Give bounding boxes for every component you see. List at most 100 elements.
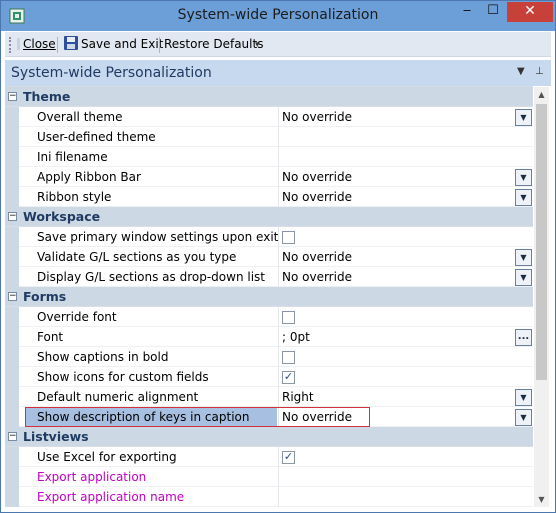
- highlight-box: [25, 407, 370, 427]
- property-value[interactable]: No override: [282, 250, 352, 264]
- column-divider: [278, 267, 279, 287]
- dropdown-arrow-icon[interactable]: ▼: [515, 409, 532, 426]
- checkbox[interactable]: ✓: [282, 371, 295, 384]
- panel-header: System-wide Personalization ▼ ⊥: [5, 60, 551, 86]
- dropdown-arrow-icon[interactable]: ▼: [515, 189, 532, 206]
- column-divider: [278, 187, 279, 207]
- property-label: Ini filename: [37, 150, 108, 164]
- property-row[interactable]: Show captions in bold: [5, 347, 533, 367]
- floppy-disk-icon: [64, 36, 78, 50]
- column-divider: [278, 447, 279, 467]
- property-row[interactable]: Apply Ribbon Bar No override ▼: [5, 167, 533, 187]
- title-bar[interactable]: System-wide Personalization ‒ ☐ ✕: [1, 1, 555, 31]
- property-label: Export application: [37, 470, 147, 484]
- save-and-exit-button[interactable]: Save and Exit: [63, 34, 163, 55]
- restore-defaults-button[interactable]: Restore Defaults: [164, 34, 263, 55]
- close-button-label: Close: [23, 37, 56, 51]
- property-row[interactable]: Overall theme No override ▼: [5, 107, 533, 127]
- collapse-icon[interactable]: −: [8, 292, 17, 301]
- column-divider: [278, 107, 279, 127]
- category-theme[interactable]: − Theme: [5, 87, 533, 107]
- dropdown-arrow-icon[interactable]: ▼: [515, 109, 532, 126]
- row-gutter: [5, 407, 19, 427]
- scroll-thumb[interactable]: [536, 104, 547, 380]
- dropdown-arrow-icon[interactable]: ▼: [515, 269, 532, 286]
- property-value[interactable]: No override: [282, 270, 352, 284]
- property-row[interactable]: Ini filename: [5, 147, 533, 167]
- row-gutter: [5, 347, 19, 367]
- close-button[interactable]: Close: [17, 34, 56, 55]
- checkbox[interactable]: [282, 311, 295, 324]
- property-label: Font: [37, 330, 64, 344]
- property-value[interactable]: No override: [282, 190, 352, 204]
- category-label: Forms: [23, 289, 67, 304]
- property-row[interactable]: Export application: [5, 467, 533, 487]
- vertical-scrollbar[interactable]: ▲ ▼: [534, 87, 549, 507]
- browse-button[interactable]: ...: [515, 329, 532, 346]
- dropdown-arrow-icon[interactable]: ▼: [515, 389, 532, 406]
- maximize-button[interactable]: ☐: [482, 1, 504, 22]
- scroll-down-icon[interactable]: ▼: [534, 492, 549, 507]
- save-and-exit-label: Save and Exit: [81, 37, 164, 51]
- property-label: Default numeric alignment: [37, 390, 199, 404]
- property-row[interactable]: Validate G/L sections as you type No over…: [5, 247, 533, 267]
- property-label: Ribbon style: [37, 190, 112, 204]
- property-row[interactable]: Font ; 0pt...: [5, 327, 533, 347]
- row-gutter: [5, 127, 19, 147]
- property-value[interactable]: No override: [282, 110, 352, 124]
- category-forms[interactable]: − Forms: [5, 287, 533, 307]
- category-workspace[interactable]: − Workspace: [5, 207, 533, 227]
- row-gutter: [5, 367, 19, 387]
- property-label: Override font: [37, 310, 117, 324]
- pin-icon[interactable]: ⊥: [535, 66, 544, 77]
- collapse-icon[interactable]: −: [8, 432, 17, 441]
- scroll-up-icon[interactable]: ▲: [534, 87, 549, 102]
- property-row[interactable]: Save primary window settings upon exit: [5, 227, 533, 247]
- property-row[interactable]: User-defined theme: [5, 127, 533, 147]
- checkbox[interactable]: [282, 351, 295, 364]
- row-gutter: [5, 447, 19, 467]
- row-gutter: [5, 387, 19, 407]
- close-doc-icon: [17, 38, 20, 50]
- toolbar-overflow-icon[interactable]: ▾: [255, 40, 265, 52]
- property-label: Validate G/L sections as you type: [37, 250, 237, 264]
- column-divider: [278, 387, 279, 407]
- personalization-window: System-wide Personalization ‒ ☐ ✕ Close …: [0, 0, 556, 513]
- column-divider: [278, 307, 279, 327]
- column-divider: [278, 367, 279, 387]
- property-row[interactable]: Ribbon style No override ▼: [5, 187, 533, 207]
- row-gutter: [5, 467, 19, 487]
- property-row[interactable]: Export application name: [5, 487, 533, 507]
- toolbar-grip[interactable]: [9, 37, 12, 53]
- property-label: Export application name: [37, 490, 185, 504]
- minimize-button[interactable]: ‒: [456, 1, 478, 22]
- row-gutter: [5, 227, 19, 247]
- property-grid: − Theme Overall theme No override ▼ User-defi…: [5, 86, 533, 509]
- property-value[interactable]: No override: [282, 170, 352, 184]
- checkbox[interactable]: ✓: [282, 451, 295, 464]
- dropdown-arrow-icon[interactable]: ▼: [515, 169, 532, 186]
- property-row[interactable]: Use Excel for exporting ✓: [5, 447, 533, 467]
- property-value[interactable]: ; 0pt: [282, 330, 310, 344]
- property-row[interactable]: Display G/L sections as drop-down list No…: [5, 267, 533, 287]
- column-divider: [278, 487, 279, 507]
- dropdown-arrow-icon[interactable]: ▼: [515, 249, 532, 266]
- category-label: Workspace: [23, 209, 101, 224]
- category-listviews[interactable]: − Listviews: [5, 427, 533, 447]
- panel-menu-icon[interactable]: ▼: [517, 66, 525, 77]
- property-row[interactable]: Default numeric alignment Right ▼: [5, 387, 533, 407]
- property-value[interactable]: Right: [282, 390, 314, 404]
- collapse-icon[interactable]: −: [8, 212, 17, 221]
- collapse-icon[interactable]: −: [8, 92, 17, 101]
- restore-defaults-label: Restore Defaults: [164, 37, 264, 51]
- property-row[interactable]: Show icons for custom fields ✓: [5, 367, 533, 387]
- checkbox[interactable]: [282, 231, 295, 244]
- category-label: Listviews: [23, 429, 89, 444]
- row-gutter: [5, 247, 19, 267]
- column-divider: [278, 467, 279, 487]
- property-row[interactable]: Override font: [5, 307, 533, 327]
- property-row[interactable]: Show description of keys in caption No ov…: [5, 407, 533, 427]
- close-window-button[interactable]: ✕: [507, 2, 553, 22]
- row-gutter: [5, 107, 19, 127]
- property-label: Show icons for custom fields: [37, 370, 209, 384]
